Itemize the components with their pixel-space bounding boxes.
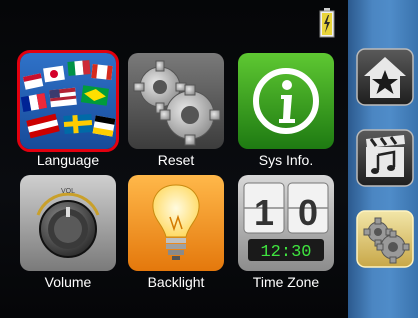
sys-info-tile[interactable]: [238, 53, 334, 149]
sidebar-item-favorites[interactable]: [356, 48, 414, 106]
language-flags-icon: [20, 53, 116, 149]
language-label: Language: [36, 152, 100, 168]
volume-knob-icon: VOL: [20, 175, 116, 271]
backlight-tile[interactable]: [128, 175, 224, 271]
flip-clock-icon: 1 0 12:30: [238, 175, 334, 271]
volume-tile[interactable]: VOL: [20, 175, 116, 271]
light-bulb-icon: [128, 175, 224, 271]
flip-digit-left: 1: [254, 192, 274, 233]
svg-text:VOL: VOL: [61, 188, 75, 195]
sidebar-item-media[interactable]: [356, 129, 414, 187]
battery-charging-icon: [319, 8, 335, 38]
home-star-icon: [356, 48, 414, 106]
sidebar-item-settings[interactable]: [356, 210, 414, 268]
settings-gears-icon: [356, 210, 414, 268]
clapper-music-icon: [356, 129, 414, 187]
digital-time: 12:30: [260, 243, 311, 262]
settings-menu: Language Reset Sys Info. VOL Volume Back…: [0, 0, 348, 318]
gears-reset-icon: [128, 53, 224, 149]
reset-tile[interactable]: [128, 53, 224, 149]
info-icon: [238, 53, 334, 149]
device-screen: Language Reset Sys Info. VOL Volume Back…: [0, 0, 418, 318]
reset-label: Reset: [157, 152, 195, 168]
volume-label: Volume: [44, 274, 92, 290]
time-zone-label: Time Zone: [252, 274, 320, 290]
sys-info-label: Sys Info.: [258, 152, 314, 168]
backlight-label: Backlight: [147, 274, 205, 290]
language-tile[interactable]: [17, 50, 119, 152]
flip-digit-right: 0: [298, 192, 318, 233]
time-zone-tile[interactable]: 1 0 12:30: [238, 175, 334, 271]
